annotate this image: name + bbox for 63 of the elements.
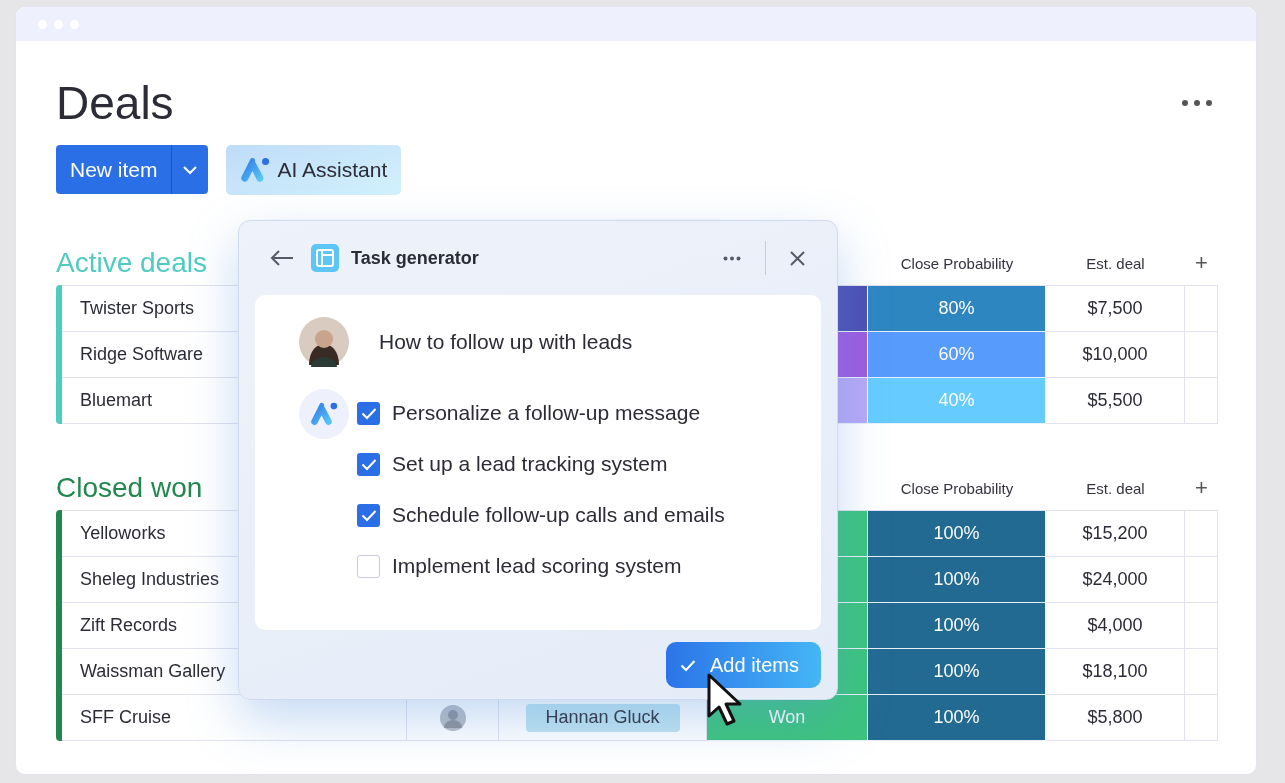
probability-cell[interactable]: 100% [868, 557, 1046, 603]
more-icon [1180, 98, 1214, 108]
est-deal-cell: $18,100 [1046, 649, 1185, 695]
est-deal-cell: $7,500 [1046, 286, 1185, 332]
probability-cell[interactable]: 100% [868, 511, 1046, 557]
close-icon [790, 250, 805, 266]
item-name[interactable]: Waissman Gallery [80, 661, 226, 682]
item-name[interactable]: Twister Sports [80, 298, 195, 319]
new-item-button[interactable]: New item [56, 145, 208, 194]
est-deal-cell: $15,200 [1046, 511, 1185, 557]
probability-cell[interactable]: 100% [868, 603, 1046, 649]
check-icon [360, 457, 377, 471]
probability-cell[interactable]: 100% [868, 649, 1046, 695]
check-icon [360, 508, 377, 522]
add-column-button[interactable]: + [1185, 250, 1218, 276]
checkbox[interactable] [357, 401, 380, 425]
assistant-logo-icon [310, 402, 338, 426]
more-icon [723, 255, 741, 261]
task-item[interactable]: Personalize a follow-up message [357, 401, 725, 425]
column-header: Est. deal [1085, 254, 1146, 272]
checkbox[interactable] [357, 503, 380, 527]
group-title[interactable]: Closed won [56, 472, 203, 504]
prompt-text: How to follow up with leads [379, 330, 633, 354]
item-name[interactable]: Ridge Software [80, 344, 204, 365]
check-icon [680, 658, 696, 672]
est-deal-cell: $24,000 [1046, 557, 1185, 603]
column-header: Close Probability [899, 254, 1015, 272]
column-header: Close Probability [899, 479, 1015, 497]
panel-title: Task generator [351, 247, 480, 269]
owner-tag: Hannan Gluck [525, 703, 680, 732]
assistant-logo-icon [239, 157, 270, 183]
column-header: Est. deal [1085, 479, 1146, 497]
caret-icon [181, 164, 198, 175]
item-name[interactable]: Yelloworks [80, 523, 166, 544]
empty-cell [1185, 649, 1218, 695]
check-icon [360, 406, 377, 420]
probability-cell[interactable]: 100% [868, 695, 1046, 741]
probability-cell[interactable]: 80% [868, 286, 1046, 332]
empty-cell [1185, 557, 1218, 603]
avatar [439, 704, 466, 731]
item-name[interactable]: SFF Cruise [80, 707, 171, 728]
item-name[interactable]: Zift Records [80, 615, 178, 636]
empty-cell [1185, 603, 1218, 649]
est-deal-cell: $5,800 [1046, 695, 1185, 741]
layout-icon [311, 244, 339, 272]
task-item[interactable]: Set up a lead tracking system [357, 452, 725, 476]
add-column-button[interactable]: + [1185, 475, 1218, 501]
task-item[interactable]: Schedule follow-up calls and emails [357, 503, 725, 527]
item-name[interactable]: Bluemart [80, 390, 153, 411]
board-title: Deals [56, 76, 174, 131]
empty-cell [1185, 695, 1218, 741]
avatar [299, 317, 349, 367]
item-name[interactable]: Sheleg Industries [80, 569, 220, 590]
est-deal-cell: $10,000 [1046, 332, 1185, 378]
empty-cell [1185, 378, 1218, 424]
est-deal-cell: $4,000 [1046, 603, 1185, 649]
ai-assistant-button[interactable]: AI Assistant [225, 145, 402, 195]
task-item[interactable]: Implement lead scoring system [357, 554, 725, 578]
empty-cell [1185, 332, 1218, 378]
checkbox[interactable] [357, 554, 380, 578]
checkbox[interactable] [357, 452, 380, 476]
est-deal-cell: $5,500 [1046, 378, 1185, 424]
back-arrow-icon [269, 249, 295, 267]
